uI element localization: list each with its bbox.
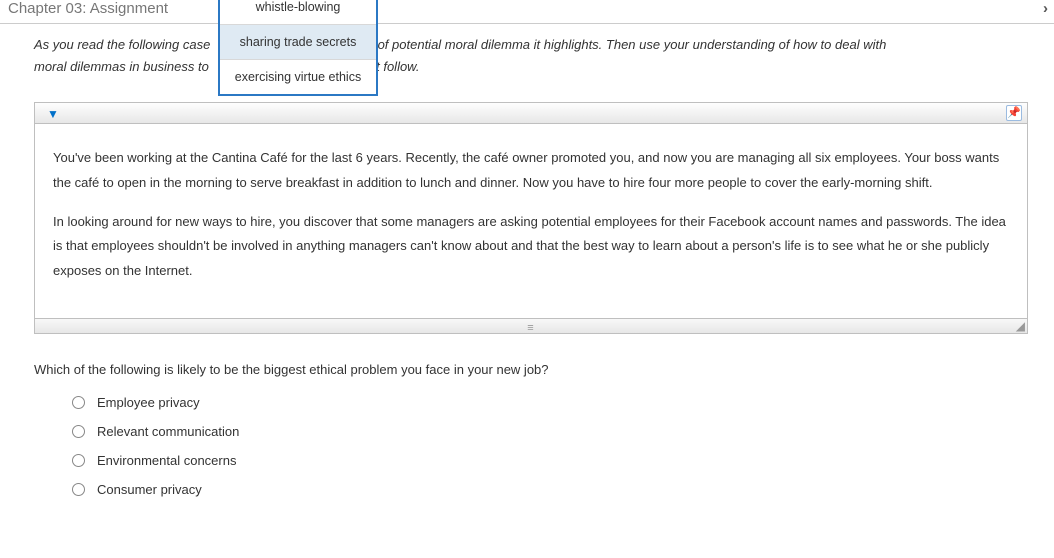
dropdown-option[interactable]: whistle-blowing (220, 0, 376, 25)
answer-option-label: Consumer privacy (97, 482, 202, 497)
dropdown-option-label: whistle-blowing (256, 0, 341, 14)
radio-icon[interactable] (72, 425, 85, 438)
collapse-marker-icon[interactable]: ▼ (35, 107, 59, 121)
dropdown-option-label: exercising virtue ethics (235, 70, 361, 84)
case-box: ▼ 📌 You've been working at the Cantina C… (34, 102, 1028, 333)
dropdown-option[interactable]: exercising virtue ethics (220, 60, 376, 94)
answer-option-label: Relevant communication (97, 424, 239, 439)
instr-line1-before: As you read the following case (34, 37, 210, 52)
answer-option[interactable]: Employee privacy (72, 395, 1028, 410)
answer-options: Employee privacy Relevant communication … (34, 395, 1028, 497)
dropdown-menu[interactable]: whistle-blowing sharing trade secrets ex… (218, 0, 378, 96)
content-area: As you read the following case of potent… (0, 24, 1054, 497)
radio-icon[interactable] (72, 454, 85, 467)
answer-option[interactable]: Relevant communication (72, 424, 1028, 439)
instr-line1-after: of potential moral dilemma it highlights… (378, 37, 887, 52)
question-prompt: Which of the following is likely to be t… (34, 362, 1028, 377)
case-paragraph: You've been working at the Cantina Café … (53, 146, 1009, 195)
answer-option-label: Environmental concerns (97, 453, 236, 468)
dropdown-option[interactable]: sharing trade secrets (220, 25, 376, 60)
dropdown-option-label: sharing trade secrets (240, 35, 357, 49)
resize-grip-icon[interactable]: ≡ (527, 322, 534, 334)
case-paragraph: In looking around for new ways to hire, … (53, 210, 1009, 284)
pin-icon[interactable]: 📌 (1006, 105, 1022, 121)
resize-corner-icon[interactable]: ◢ (1016, 319, 1025, 333)
answer-option[interactable]: Environmental concerns (72, 453, 1028, 468)
answer-option[interactable]: Consumer privacy (72, 482, 1028, 497)
radio-icon[interactable] (72, 396, 85, 409)
instructions-block: As you read the following case of potent… (34, 34, 1028, 78)
instr-line2-after: t follow. (376, 59, 419, 74)
case-body: You've been working at the Cantina Café … (34, 124, 1028, 317)
chevron-right-icon[interactable]: › (1043, 0, 1048, 17)
question-block: Which of the following is likely to be t… (34, 362, 1028, 497)
chapter-header: Chapter 03: Assignment › (0, 0, 1054, 24)
chapter-title: Chapter 03: Assignment (8, 0, 168, 17)
case-toolbar: ▼ 📌 (34, 102, 1028, 124)
answer-option-label: Employee privacy (97, 395, 200, 410)
instr-line2-before: moral dilemmas in business to (34, 59, 209, 74)
radio-icon[interactable] (72, 483, 85, 496)
case-footer: ≡ ◢ (34, 318, 1028, 334)
